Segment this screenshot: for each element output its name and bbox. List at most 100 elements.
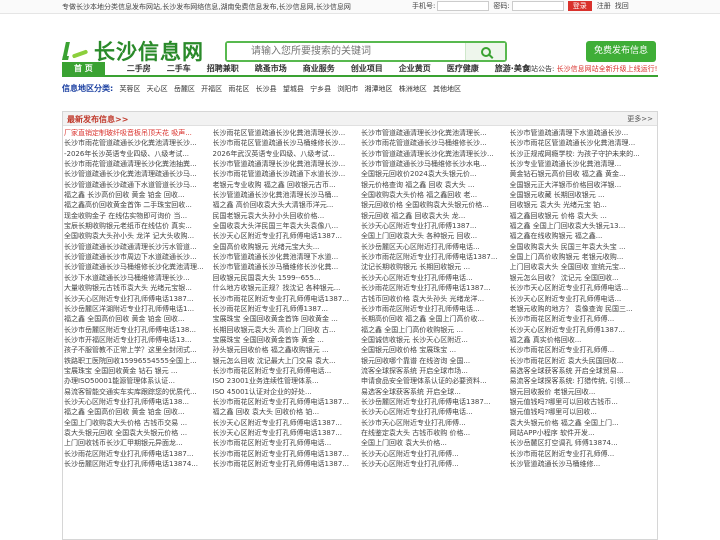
password-input[interactable] bbox=[511, 1, 564, 11]
listing-item[interactable]: 长沙管道疏通长沙市周边下水道疏通长沙... bbox=[64, 252, 212, 262]
notice-text[interactable]: 长沙信息网站全新升级上线运行! 欢迎 bbox=[557, 65, 658, 73]
nav-health[interactable]: 医疗健康 bbox=[439, 62, 487, 75]
listing-item[interactable]: 孙头银元回收价格 福之鑫收购银元 ... bbox=[213, 345, 361, 355]
listing-item[interactable]: 长沙市管道疏通长沙化粪池清理下水道... bbox=[213, 252, 361, 262]
register-link[interactable]: 注册 bbox=[597, 1, 611, 11]
nav-flea-market[interactable]: 跳蚤市场 bbox=[247, 62, 295, 75]
listing-item[interactable]: 长沙市雨花区附近专业打孔师傅电话1387... bbox=[213, 397, 361, 407]
listing-item[interactable]: 长沙市管道疏通清理下水道疏通长沙... bbox=[510, 128, 658, 138]
listing-item[interactable]: 易选客全球获客系统 开启全球... bbox=[361, 387, 509, 397]
listing-item[interactable]: 银元值钱吗?哪里可以回收... bbox=[510, 407, 658, 417]
nav-startup[interactable]: 创业项目 bbox=[343, 62, 391, 75]
listing-item[interactable]: 长沙岳麓区附近专业打孔师傅电话1387... bbox=[361, 397, 509, 407]
listing-item[interactable]: 厂家直销定制玻纤吸音板吊顶天花 吸声... bbox=[64, 128, 212, 138]
nav-yellow-pages[interactable]: 企业黄页 bbox=[391, 62, 439, 75]
listing-item[interactable]: 长沙天心区附近专业打孔师傅电话... bbox=[361, 407, 509, 417]
listing-item[interactable]: 长沙天心区附近专业打孔师傅... bbox=[361, 449, 509, 459]
listing-item[interactable]: 长沙正规戒网瘾学校: 为孩子守护未来的... bbox=[510, 149, 658, 159]
listing-item[interactable]: 全国银元回收价格 宝展珠宝 ... bbox=[361, 345, 509, 355]
listing-item[interactable]: 全国高价收购银元 光绪元宝大头... bbox=[213, 242, 361, 252]
listing-item[interactable]: 袁大头银元回收 全国袁大头银元价格 ... bbox=[64, 428, 212, 438]
listing-item[interactable]: 办理ISO50001能源管理体系认证... bbox=[64, 376, 212, 386]
listing-item[interactable]: 长沙管道疏通长沙疏通下水道管道长沙马... bbox=[64, 180, 212, 190]
listing-item[interactable]: 古钱币回收价格 袁大头孙头 光绪龙洋... bbox=[361, 294, 509, 304]
listing-item[interactable]: 长沙市雨花区附近专业打孔师傅电话... bbox=[213, 366, 361, 376]
listing-item[interactable]: 长沙市雨花区附近专业打孔师傅... bbox=[510, 449, 658, 459]
nav-second-hand-house[interactable]: 二手房 bbox=[119, 62, 159, 75]
listing-item[interactable]: 长沙天心区附近专业打孔师傅... bbox=[361, 459, 509, 469]
listing-item[interactable]: 长沙管道疏通长沙疏通清理长沙污水管道... bbox=[64, 242, 212, 252]
listing-item[interactable]: 全国收购袁大头孙小头 龙洋 记大头收购... bbox=[64, 231, 212, 241]
region-link[interactable]: 株洲地区 bbox=[399, 85, 427, 93]
listing-item[interactable]: 长沙市管道疏通长沙马桶维修长沙水电... bbox=[361, 159, 509, 169]
listing-item[interactable]: ISO 23001业务连续性管理体系... bbox=[213, 376, 361, 386]
listing-item[interactable]: 银元价格查询 福之鑫 回收 袁大头 ... bbox=[361, 180, 509, 190]
listing-item[interactable]: 长沙管道疏通长沙化粪池清理长沙马桶... bbox=[213, 190, 361, 200]
listing-item[interactable]: 银元怎么回收 沈记最大上门交易 袁大... bbox=[213, 356, 361, 366]
listing-item[interactable]: 易流客全球探客系统: 打猎传统, 引领... bbox=[510, 376, 658, 386]
listing-item[interactable]: 长沙管道疏通长沙马桶维修... bbox=[510, 459, 658, 469]
listing-item[interactable]: 长沙雨花区管道疏通长沙化粪池清理长沙... bbox=[213, 128, 361, 138]
listing-item[interactable]: 袁大头银元价格 福之鑫 全国上门... bbox=[510, 418, 658, 428]
listing-item[interactable]: 福之鑫 全国高价回收 黄金 铂金 回收... bbox=[64, 314, 212, 324]
listing-item[interactable]: 全国上门回收袁大头 各种银元 回收... bbox=[361, 231, 509, 241]
listing-item[interactable]: 长沙管道疏通长沙化粪池清理疏通长沙马... bbox=[64, 169, 212, 179]
listing-item[interactable]: 福之鑫 回收 袁大头 回收价格 铂... bbox=[213, 407, 361, 417]
listing-item[interactable]: 福之鑫 全国高价回收 黄金 铂金 回收... bbox=[64, 407, 212, 417]
listing-item[interactable]: 长沙市开福区附近专业打孔师傅电话13... bbox=[64, 335, 212, 345]
listing-item[interactable]: 银元回收 福之鑫 回收袁大头 龙... bbox=[361, 211, 509, 221]
listing-item[interactable]: 福之鑫 高价回收袁大头大清银币洋元... bbox=[213, 200, 361, 210]
listing-item[interactable]: 福之鑫高价回收黄金首饰 二手珠宝回收... bbox=[64, 200, 212, 210]
post-info-button[interactable]: 免费发布信息 bbox=[586, 41, 656, 62]
listing-item[interactable]: 银元怎么回收？ 沈记元 全国回收... bbox=[510, 273, 658, 283]
listing-item[interactable]: 长沙市雨花管道疏通清理长沙化粪池抽粪... bbox=[64, 159, 212, 169]
listing-item[interactable]: 福之鑫 全国上门回收袁大头银元13... bbox=[510, 221, 658, 231]
listing-item[interactable]: 老银元收购的地方？ 袁像查询 民国三... bbox=[510, 304, 658, 314]
listing-item[interactable]: 在线鉴定袁大头 古钱币收购 价格... bbox=[361, 428, 509, 438]
listing-item[interactable]: 宝展珠宝 全国回收黄金首饰 回收黄金 ... bbox=[213, 314, 361, 324]
listing-item[interactable]: 什么地方收银元正规？找沈记 各种银元... bbox=[213, 283, 361, 293]
listing-item[interactable]: 回收银元民国袁大头 1599--655... bbox=[213, 273, 361, 283]
listing-item[interactable]: 全国上门回收 袁大头价格... bbox=[361, 438, 509, 448]
phone-input[interactable] bbox=[437, 1, 490, 11]
listing-item[interactable]: 宝展珠宝 全国回收黄金首饰 黄金 ... bbox=[213, 335, 361, 345]
listing-item[interactable]: 银元回收报价 老银元回收... bbox=[510, 387, 658, 397]
listing-item[interactable]: 全国上门收购袁大头价格 古钱币交易 ... bbox=[64, 418, 212, 428]
listing-item[interactable]: 长沙市雨花区附近专业打孔师傅电话... bbox=[213, 438, 361, 448]
listing-item[interactable]: 宝辰长期收购银元老纸币在线估价 真实... bbox=[64, 221, 212, 231]
listing-item[interactable]: 长沙天心区附近专业打孔师傅电话1387... bbox=[213, 231, 361, 241]
listing-item[interactable]: 长沙天心区附近专业打孔师傅电话... bbox=[361, 273, 509, 283]
listing-item[interactable]: 上门回收袁大头 全国回收 宣统元宝... bbox=[510, 262, 658, 272]
listing-item[interactable]: 黄金钻石银元高价回收 福之鑫 黄金... bbox=[510, 169, 658, 179]
listing-item[interactable]: 长沙市雨花区附近专业打孔师傅... bbox=[510, 345, 658, 355]
listing-item[interactable]: 长沙市雨花管道疏通长沙疏通下水道长沙... bbox=[213, 169, 361, 179]
region-link[interactable]: 湘潭地区 bbox=[365, 85, 393, 93]
listing-item[interactable]: 银元回收哪个靠谱 在线咨询 全国... bbox=[361, 356, 509, 366]
listing-item[interactable]: 长沙市管道疏通清理长沙化粪池清理长沙... bbox=[361, 149, 509, 159]
listing-item[interactable]: 长沙市雨花区附近专业打孔师傅... bbox=[510, 314, 658, 324]
region-link[interactable]: 天心区 bbox=[147, 85, 168, 93]
listing-item[interactable]: 宝展珠宝 全国回收黄金 钻石 银元 ... bbox=[64, 366, 212, 376]
region-link[interactable]: 岳麓区 bbox=[174, 85, 195, 93]
nav-home[interactable]: 首 页 bbox=[62, 62, 105, 75]
listing-item[interactable]: 沈记长期收购银元 长期回收银元 ... bbox=[361, 262, 509, 272]
listing-item[interactable]: 福之鑫回收银元 价格 袁大头 ... bbox=[510, 211, 658, 221]
region-link[interactable]: 望城县 bbox=[283, 85, 304, 93]
region-link[interactable]: 其他地区 bbox=[433, 85, 461, 93]
more-link[interactable]: 更多>> bbox=[627, 114, 653, 124]
nav-business-services[interactable]: 商业服务 bbox=[295, 62, 343, 75]
listing-item[interactable]: 全国收购袁大头价格 福之鑫回收 老... bbox=[361, 190, 509, 200]
listing-item[interactable]: 长沙天心区附近专业打孔师傅电话... bbox=[510, 294, 658, 304]
listing-item[interactable]: 全国上门高价收购银元 老银元收购... bbox=[510, 252, 658, 262]
listing-item[interactable]: 长沙市雨花区附近专业打孔师傅电话... bbox=[361, 304, 509, 314]
listing-item[interactable]: 长期高价回收 福之鑫 全国上门高价收... bbox=[361, 314, 509, 324]
listing-item[interactable]: 长沙雨花区附近专业打孔师傅1387... bbox=[213, 304, 361, 314]
listing-item[interactable]: 孩子不服管教不正常上学？这里全封闭式... bbox=[64, 345, 212, 355]
nav-jobs[interactable]: 招聘兼职 bbox=[199, 62, 247, 75]
listing-item[interactable]: 网站APP小程序 软件开发... bbox=[510, 428, 658, 438]
region-link[interactable]: 宁乡县 bbox=[310, 85, 331, 93]
listing-item[interactable]: 长沙市雨花区管道疏通长沙化粪池清理... bbox=[510, 138, 658, 148]
listing-item[interactable]: 长沙雨花区附近专业打孔师傅电话1387... bbox=[64, 449, 212, 459]
listing-item[interactable]: 长沙市雨花区管道疏通长沙马桶维修长沙... bbox=[213, 138, 361, 148]
listing-item[interactable]: 铁路职工医院回收15996554555全国上... bbox=[64, 356, 212, 366]
